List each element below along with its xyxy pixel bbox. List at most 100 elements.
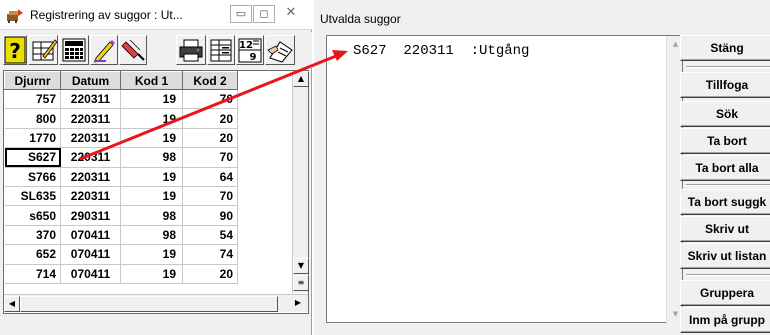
- table-cell[interactable]: 20: [182, 264, 238, 284]
- table-row[interactable]: 714 070411 19 20: [4, 264, 293, 284]
- horizontal-scroll-thumb[interactable]: [20, 296, 278, 312]
- column-header-hidden: [237, 71, 293, 90]
- table-cell[interactable]: 20: [182, 128, 238, 149]
- scroll-down-icon[interactable]: ▼: [293, 258, 309, 274]
- table-cell[interactable]: 800: [4, 108, 61, 129]
- table-cell[interactable]: 70: [182, 147, 238, 168]
- list-item[interactable]: S627 220311 :Utgång: [353, 43, 529, 59]
- table-row[interactable]: s650 290311 98 90: [4, 205, 293, 226]
- grid-horizontal-scrollbar[interactable]: ◀ ▶: [4, 294, 308, 312]
- calendar-date-button[interactable]: 12 9: [236, 35, 264, 65]
- column-header-kod2[interactable]: Kod 2: [182, 71, 238, 90]
- table-row[interactable]: 652 070411 19 74: [4, 244, 293, 265]
- scroll-right-icon[interactable]: ▶: [290, 296, 306, 312]
- grid-view-button[interactable]: [207, 35, 235, 65]
- table-cell[interactable]: 20: [182, 108, 238, 129]
- table-cell[interactable]: 220311: [60, 89, 121, 110]
- table-cell[interactable]: 70: [182, 186, 238, 207]
- eraser-button[interactable]: [119, 35, 147, 65]
- close-button[interactable]: Stäng: [680, 35, 770, 61]
- table-cell[interactable]: 19: [120, 244, 183, 265]
- table-cell[interactable]: 070411: [60, 244, 121, 265]
- table-row[interactable]: 757 220311 19 70: [4, 89, 293, 110]
- search-button[interactable]: Sök: [680, 101, 770, 127]
- table-cell[interactable]: 70: [182, 89, 238, 110]
- print-button[interactable]: Skriv ut: [680, 216, 770, 242]
- table-cell[interactable]: 220311: [60, 186, 121, 207]
- table-cell-filler: [238, 90, 293, 109]
- registration-titlebar[interactable]: Registrering av suggor : Ut... ▭ ◻ ✕: [0, 0, 312, 30]
- group-entry-button[interactable]: Inm på grupp: [680, 307, 770, 333]
- table-cell[interactable]: 652: [4, 244, 61, 265]
- table-row[interactable]: SL635 220311 19 70: [4, 186, 293, 207]
- column-header-datum[interactable]: Datum: [60, 71, 121, 90]
- table-cell[interactable]: s650: [4, 205, 61, 226]
- minimize-icon[interactable]: ▭: [230, 5, 252, 23]
- table-cell[interactable]: 98: [120, 147, 183, 168]
- table-row[interactable]: S627 220311 98 70: [4, 147, 293, 168]
- pencil-button[interactable]: [90, 35, 118, 65]
- table-cell[interactable]: 74: [182, 244, 238, 265]
- table-cell[interactable]: 1770: [4, 128, 61, 149]
- remove-all-button[interactable]: Ta bort alla: [680, 155, 770, 181]
- table-cell[interactable]: 220311: [60, 147, 121, 168]
- selected-sows-list[interactable]: S627 220311 :Utgång ▲ ▼: [326, 35, 683, 324]
- add-button[interactable]: Tillfoga: [680, 72, 770, 98]
- table-cell[interactable]: 220311: [60, 128, 121, 149]
- remove-sow-button[interactable]: Ta bort suggk: [680, 189, 770, 215]
- edit-record-icon: [32, 39, 57, 61]
- edit-record-button[interactable]: [28, 35, 58, 65]
- table-cell[interactable]: 220311: [60, 108, 121, 129]
- close-icon[interactable]: ✕: [276, 5, 306, 23]
- column-header-djurnr[interactable]: Djurnr: [4, 71, 61, 90]
- table-cell[interactable]: 757: [4, 89, 61, 110]
- separator: [686, 274, 770, 276]
- scroll-page-down-icon[interactable]: ≡: [293, 275, 309, 291]
- table-cell[interactable]: S766: [4, 167, 61, 187]
- table-cell[interactable]: 64: [182, 167, 238, 187]
- column-header-kod1[interactable]: Kod 1: [120, 71, 183, 90]
- table-cell[interactable]: 19: [120, 108, 183, 129]
- table-cell[interactable]: 290311: [60, 205, 121, 226]
- table-cell[interactable]: 19: [120, 167, 183, 187]
- print-list-button[interactable]: Skriv ut listan: [680, 243, 770, 269]
- table-row[interactable]: 1770 220311 19 20: [4, 128, 293, 149]
- table-cell[interactable]: 19: [120, 89, 183, 110]
- scroll-left-icon[interactable]: ◀: [4, 296, 20, 312]
- table-cell[interactable]: 19: [120, 128, 183, 149]
- table-cell[interactable]: S627: [4, 147, 61, 168]
- sow-table: Djurnr Datum Kod 1 Kod 2 757 220311 19 70 80…: [4, 71, 293, 284]
- registration-window: Registrering av suggor : Ut... ▭ ◻ ✕ ? 1…: [0, 0, 312, 335]
- table-cell[interactable]: 54: [182, 225, 238, 246]
- table-cell[interactable]: 070411: [60, 225, 121, 246]
- table-cell[interactable]: 220311: [60, 167, 121, 187]
- table-cell-filler: [238, 109, 293, 128]
- table-cell[interactable]: 370: [4, 225, 61, 246]
- calculator-button[interactable]: [59, 35, 89, 65]
- print-button[interactable]: [176, 35, 206, 65]
- group-button[interactable]: Gruppera: [680, 280, 770, 306]
- grid-vertical-scrollbar[interactable]: ▲ ▼ ≡: [292, 71, 309, 293]
- calendar-bottom-text: 9: [250, 52, 257, 63]
- table-cell-filler: [238, 264, 293, 283]
- table-cell[interactable]: 19: [120, 264, 183, 284]
- calculator-hand-icon: [267, 41, 293, 63]
- table-row[interactable]: 800 220311 19 20: [4, 108, 293, 129]
- table-cell[interactable]: 98: [120, 205, 183, 226]
- table-cell[interactable]: 98: [120, 225, 183, 246]
- sow-grid[interactable]: Djurnr Datum Kod 1 Kod 2 757 220311 19 70 80…: [3, 70, 309, 314]
- printer-icon: [179, 39, 203, 62]
- table-cell[interactable]: 714: [4, 264, 61, 284]
- table-cell[interactable]: 070411: [60, 264, 121, 284]
- maximize-icon[interactable]: ◻: [253, 5, 275, 23]
- scroll-up-icon[interactable]: ▲: [293, 71, 309, 87]
- table-cell-filler: [238, 245, 293, 264]
- table-cell[interactable]: SL635: [4, 186, 61, 207]
- help-button[interactable]: ?: [3, 35, 27, 65]
- table-row[interactable]: S766 220311 19 64: [4, 167, 293, 187]
- table-cell[interactable]: 90: [182, 205, 238, 226]
- remove-button[interactable]: Ta bort: [680, 128, 770, 154]
- calculator-hand-button[interactable]: [265, 35, 295, 65]
- table-row[interactable]: 370 070411 98 54: [4, 225, 293, 246]
- table-cell[interactable]: 19: [120, 186, 183, 207]
